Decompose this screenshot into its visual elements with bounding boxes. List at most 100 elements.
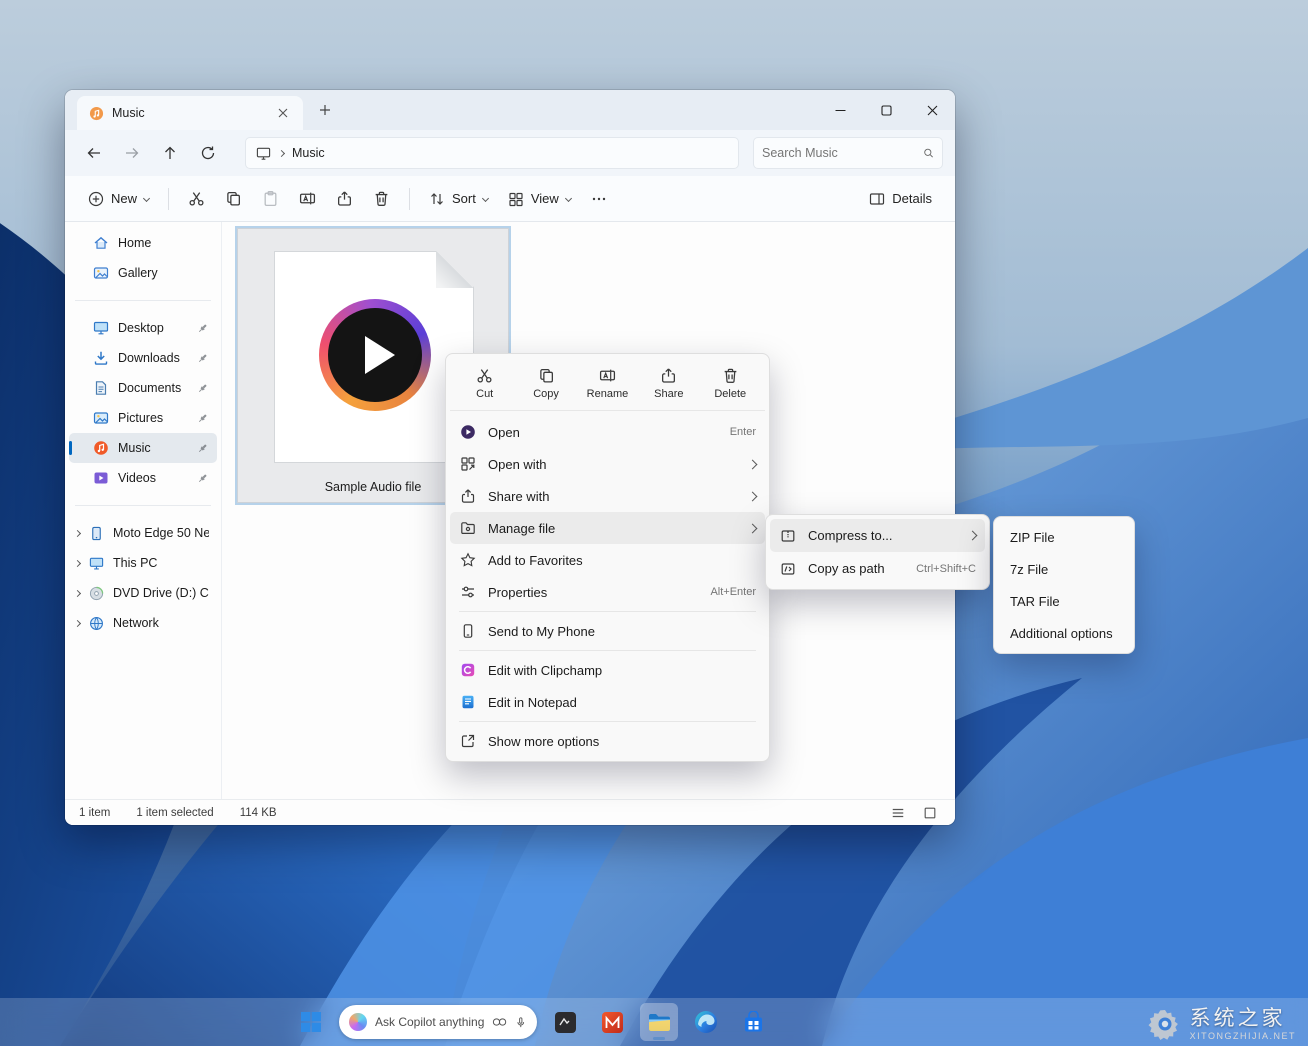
- submenu-item-compress-to[interactable]: Compress to...: [770, 519, 985, 552]
- minimize-button[interactable]: [817, 90, 863, 130]
- forward-button[interactable]: [115, 137, 149, 169]
- close-button[interactable]: [909, 90, 955, 130]
- microphone-icon[interactable]: [515, 1015, 527, 1030]
- view-icon: [508, 191, 524, 207]
- sort-button[interactable]: Sort: [420, 182, 497, 216]
- sidebar-item-pictures[interactable]: Pictures: [69, 403, 217, 433]
- pin-icon: [196, 322, 209, 335]
- view-button[interactable]: View: [499, 182, 580, 216]
- menu-item-edit-in-notepad[interactable]: Edit in Notepad: [450, 686, 765, 718]
- cut-button[interactable]: [179, 182, 214, 216]
- menu-item-edit-with-clipchamp[interactable]: Edit with Clipchamp: [450, 654, 765, 686]
- pictures-icon: [93, 410, 109, 426]
- cut-icon: [188, 190, 205, 207]
- delete-button[interactable]: [364, 182, 399, 216]
- sidebar-item-videos[interactable]: Videos: [69, 463, 217, 493]
- sidebar-item-gallery[interactable]: Gallery: [69, 258, 217, 288]
- quick-action-label: Rename: [587, 388, 629, 400]
- sidebar-item-home[interactable]: Home: [69, 228, 217, 258]
- details-button[interactable]: Details: [860, 182, 941, 216]
- menu-item-share-with[interactable]: Share with: [450, 480, 765, 512]
- back-button[interactable]: [77, 137, 111, 169]
- breadcrumb-location[interactable]: Music: [292, 146, 325, 160]
- delete-quick-action[interactable]: Delete: [702, 360, 759, 405]
- share-button[interactable]: [327, 182, 362, 216]
- pin-icon: [196, 442, 209, 455]
- tab-music[interactable]: Music: [77, 96, 303, 130]
- menu-item-show-more-options[interactable]: Show more options: [450, 725, 765, 757]
- taskbar: Ask Copilot anything: [0, 998, 1308, 1046]
- window-controls: [817, 90, 955, 130]
- breadcrumb[interactable]: Music: [245, 137, 739, 169]
- menu-item-label: Edit in Notepad: [488, 695, 756, 710]
- search-box[interactable]: [753, 137, 943, 169]
- item-count: 1 item: [79, 807, 110, 819]
- menu-item-properties[interactable]: Properties Alt+Enter: [450, 576, 765, 608]
- sidebar-item-network[interactable]: Network: [69, 608, 217, 638]
- start-button[interactable]: [292, 1003, 330, 1041]
- copy-quick-action[interactable]: Copy: [518, 360, 575, 405]
- sidebar-item-dvd-drive[interactable]: DVD Drive (D:) CCC: [69, 578, 217, 608]
- taskbar-app-dark[interactable]: [546, 1003, 584, 1041]
- new-dropdown-chevron-icon: [143, 195, 150, 202]
- submenu-item-zip-file[interactable]: ZIP File: [998, 521, 1130, 553]
- paste-button[interactable]: [253, 182, 288, 216]
- details-pane-icon: [869, 191, 885, 207]
- submenu-item-copy-as-path[interactable]: Copy as path Ctrl+Shift+C: [770, 552, 985, 585]
- toolbar-divider: [409, 188, 410, 210]
- thumbnail-view-toggle[interactable]: [919, 803, 941, 823]
- submenu-item-tar-file[interactable]: TAR File: [998, 585, 1130, 617]
- refresh-button[interactable]: [191, 137, 225, 169]
- menu-item-send-to-phone[interactable]: Send to My Phone: [450, 615, 765, 647]
- expand-chevron-icon[interactable]: [74, 559, 81, 566]
- sidebar-item-documents[interactable]: Documents: [69, 373, 217, 403]
- copy-button[interactable]: [216, 182, 251, 216]
- sidebar-item-desktop[interactable]: Desktop: [69, 313, 217, 343]
- tab-close-icon[interactable]: [271, 101, 295, 125]
- pin-icon: [196, 472, 209, 485]
- submenu-chevron-icon: [748, 459, 758, 469]
- expand-chevron-icon[interactable]: [74, 589, 81, 596]
- new-tab-button[interactable]: [313, 98, 337, 122]
- compress-to-submenu: ZIP File 7z File TAR File Additional opt…: [993, 516, 1135, 654]
- details-view-toggle[interactable]: [887, 803, 909, 823]
- menu-item-label: Open with: [488, 457, 738, 472]
- taskbar-store[interactable]: [734, 1003, 772, 1041]
- cut-quick-action[interactable]: Cut: [456, 360, 513, 405]
- expand-chevron-icon[interactable]: [74, 619, 81, 626]
- sidebar-item-music[interactable]: Music: [69, 433, 217, 463]
- menu-item-label: Send to My Phone: [488, 624, 756, 639]
- context-menu: Cut Copy Rename Share Delete Open Enter: [445, 353, 770, 762]
- rename-button[interactable]: [290, 182, 325, 216]
- search-input[interactable]: [762, 146, 923, 160]
- compress-zip-icon: [780, 528, 796, 544]
- up-button[interactable]: [153, 137, 187, 169]
- rename-quick-action[interactable]: Rename: [579, 360, 636, 405]
- watermark-site-url: XITONGZHIJIA.NET: [1190, 1031, 1296, 1041]
- more-options-button[interactable]: [582, 182, 616, 216]
- share-icon: [660, 367, 677, 384]
- menu-item-add-to-favorites[interactable]: Add to Favorites: [450, 544, 765, 576]
- menu-item-open-with[interactable]: Open with: [450, 448, 765, 480]
- share-quick-action[interactable]: Share: [640, 360, 697, 405]
- submenu-item-7z-file[interactable]: 7z File: [998, 553, 1130, 585]
- edge-browser-icon: [694, 1010, 718, 1034]
- expand-chevron-icon[interactable]: [74, 529, 81, 536]
- navigation-bar: Music: [65, 130, 955, 176]
- taskbar-m365-app[interactable]: [593, 1003, 631, 1041]
- details-button-label: Details: [892, 191, 932, 206]
- sidebar-item-label: Videos: [118, 471, 187, 485]
- taskbar-edge[interactable]: [687, 1003, 725, 1041]
- maximize-button[interactable]: [863, 90, 909, 130]
- menu-item-label: Share with: [488, 489, 738, 504]
- vision-rings-icon[interactable]: [492, 1016, 507, 1028]
- menu-item-open[interactable]: Open Enter: [450, 416, 765, 448]
- taskbar-file-explorer[interactable]: [640, 1003, 678, 1041]
- sidebar-item-downloads[interactable]: Downloads: [69, 343, 217, 373]
- sidebar-item-moto-edge[interactable]: Moto Edge 50 Neo: [69, 518, 217, 548]
- menu-item-manage-file[interactable]: Manage file: [450, 512, 765, 544]
- copilot-search-box[interactable]: Ask Copilot anything: [339, 1005, 537, 1039]
- submenu-item-additional-options[interactable]: Additional options: [998, 617, 1130, 649]
- sidebar-item-this-pc[interactable]: This PC: [69, 548, 217, 578]
- new-button[interactable]: New: [79, 182, 158, 216]
